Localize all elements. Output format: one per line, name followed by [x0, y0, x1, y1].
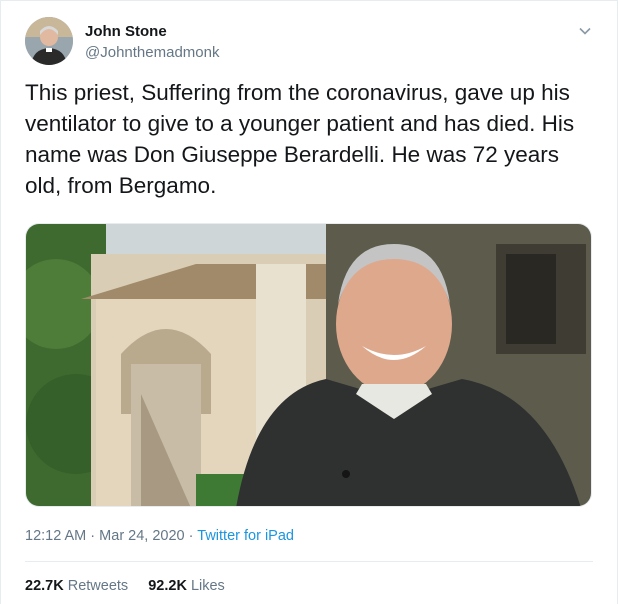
tweet-header: John Stone @Johnthemadmonk [25, 17, 595, 67]
tweet-text: This priest, Suffering from the coronavi… [25, 80, 575, 198]
likes-stat[interactable]: 92.2K Likes [148, 578, 225, 594]
tweet-photo[interactable] [25, 223, 592, 507]
divider [25, 561, 593, 562]
tweet-source-link[interactable]: Twitter for iPad [197, 528, 294, 544]
tweet-stats: 22.7K Retweets 92.2K Likes [25, 578, 241, 594]
retweets-stat[interactable]: 22.7K Retweets [25, 578, 128, 594]
meta-separator: · [90, 528, 96, 544]
tweet-date[interactable]: Mar 24, 2020 [99, 528, 184, 544]
tweet-meta: 12:12 AM · Mar 24, 2020 · Twitter for iP… [25, 528, 294, 544]
avatar[interactable] [25, 17, 73, 65]
tweet-card: John Stone @Johnthemadmonk This priest, … [0, 0, 618, 604]
tweet-time[interactable]: 12:12 AM [25, 528, 86, 544]
user-handle[interactable]: @Johnthemadmonk [85, 43, 219, 63]
display-name[interactable]: John Stone [85, 23, 219, 41]
retweets-label: Retweets [67, 578, 129, 594]
likes-label: Likes [190, 578, 225, 594]
user-names: John Stone @Johnthemadmonk [85, 23, 219, 63]
retweets-count: 22.7K [25, 578, 64, 594]
meta-separator: · [188, 528, 194, 544]
chevron-down-icon[interactable] [575, 21, 595, 41]
likes-count: 92.2K [148, 578, 187, 594]
